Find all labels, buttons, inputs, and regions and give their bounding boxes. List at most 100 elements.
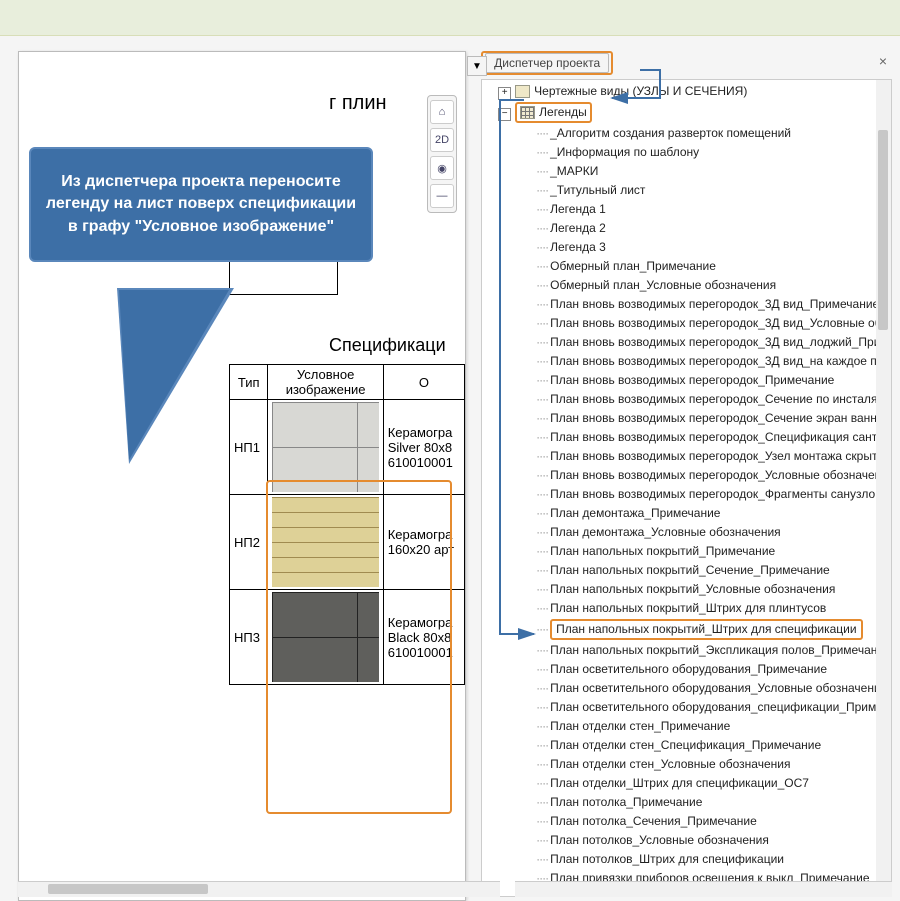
- tree-item[interactable]: ····План вновь возводимых перегородок_Ус…: [482, 466, 891, 485]
- tree-label: Легенда 3: [550, 240, 606, 254]
- tool-home-icon[interactable]: ⌂: [430, 100, 454, 124]
- cell-hatch-2: [268, 495, 383, 590]
- tree-connector: ····: [536, 601, 548, 615]
- tree-label: План демонтажа_Условные обозначения: [550, 525, 781, 539]
- tree-item[interactable]: ····План потолка_Сечения_Примечание: [482, 812, 891, 831]
- tree-connector: ····: [536, 392, 548, 406]
- tree-item[interactable]: ····План отделки стен_Условные обозначен…: [482, 755, 891, 774]
- tree-label: План вновь возводимых перегородок_Сечени…: [550, 392, 877, 406]
- drawing-canvas[interactable]: Из диспетчера проекта переносите легенду…: [18, 51, 466, 901]
- tree-item[interactable]: ····План вновь возводимых перегородок_Пр…: [482, 371, 891, 390]
- tree-connector: ····: [536, 183, 548, 197]
- tree-item[interactable]: ····Легенда 3: [482, 238, 891, 257]
- doc-title-fragment: г плин: [19, 92, 465, 115]
- folder-icon: [515, 85, 530, 98]
- tree-label: План вновь возводимых перегородок_Узел м…: [550, 449, 877, 463]
- tree-item[interactable]: ····План вновь возводимых перегородок_3Д…: [482, 314, 891, 333]
- tree-item[interactable]: ····План вновь возводимых перегородок_Се…: [482, 390, 891, 409]
- tree-label: План напольных покрытий_Примечание: [550, 544, 775, 558]
- tree-item[interactable]: ····План вновь возводимых перегородок_3Д…: [482, 333, 891, 352]
- tree-item[interactable]: ····План напольных покрытий_Штрих для пл…: [482, 599, 891, 618]
- close-icon[interactable]: ×: [874, 51, 892, 71]
- tree-item[interactable]: ····План потолков_Штрих для спецификации: [482, 850, 891, 869]
- tree-label: План вновь возводимых перегородок_Специф…: [550, 430, 884, 444]
- specification-table: Тип Условное изображение О НП1 Керамогра…: [229, 364, 465, 685]
- tree-label: Легенда 1: [550, 202, 606, 216]
- tool-orbit-icon[interactable]: ◉: [430, 156, 454, 180]
- tree-connector: ····: [536, 221, 548, 235]
- tree-connector: ····: [536, 506, 548, 520]
- tree-connector: ····: [536, 544, 548, 558]
- tree-item[interactable]: ····_Информация по шаблону: [482, 143, 891, 162]
- tree-scrollbar-vertical[interactable]: [876, 80, 891, 896]
- tree-item[interactable]: ····План вновь возводимых перегородок_Сп…: [482, 428, 891, 447]
- tree-label: План потолка_Сечения_Примечание: [550, 814, 757, 828]
- scrollbar-thumb[interactable]: [48, 884, 208, 894]
- cell-desc: Керамогра 160x20 арт: [383, 495, 464, 590]
- tool-pan-icon[interactable]: —: [430, 184, 454, 208]
- tree-item[interactable]: ····План вновь возводимых перегородок_3Д…: [482, 352, 891, 371]
- canvas-scrollbar-horizontal[interactable]: [18, 881, 500, 897]
- tree-item[interactable]: ····План вновь возводимых перегородок_Фр…: [482, 485, 891, 504]
- tree-item[interactable]: ····План осветительного оборудования_спе…: [482, 698, 891, 717]
- tree-connector: ····: [536, 487, 548, 501]
- tree-item[interactable]: ····План вновь возводимых перегородок_Уз…: [482, 447, 891, 466]
- tool-2d-icon[interactable]: 2D: [430, 128, 454, 152]
- legend-icon: [520, 106, 535, 119]
- tree-node-legends[interactable]: −Легенды: [482, 101, 891, 124]
- scrollbar-thumb[interactable]: [878, 130, 888, 330]
- tree-item[interactable]: ····План демонтажа_Примечание: [482, 504, 891, 523]
- tree-label: План напольных покрытий_Экспликация поло…: [550, 643, 884, 657]
- cell-desc: Керамогра Black 80x8 610010001: [383, 590, 464, 685]
- tree-item[interactable]: ····План вновь возводимых перегородок_Се…: [482, 409, 891, 428]
- callout-tail: [119, 290, 229, 460]
- highlight-legends-node: Легенды: [515, 102, 592, 123]
- tree-item[interactable]: ····План демонтажа_Условные обозначения: [482, 523, 891, 542]
- highlight-selected-legend: План напольных покрытий_Штрих для специф…: [550, 619, 862, 640]
- tree-connector: ····: [536, 468, 548, 482]
- tree-item[interactable]: ····План вновь возводимых перегородок_3Д…: [482, 295, 891, 314]
- tree-item[interactable]: ····План потолка_Примечание: [482, 793, 891, 812]
- tree-item[interactable]: ····Обмерный план_Условные обозначения: [482, 276, 891, 295]
- tree-item[interactable]: ····Легенда 1: [482, 200, 891, 219]
- collapse-icon[interactable]: −: [498, 108, 511, 121]
- tree-connector: ····: [536, 833, 548, 847]
- tree-item[interactable]: ····Обмерный план_Примечание: [482, 257, 891, 276]
- project-tree[interactable]: +Чертежные виды (УЗЛЫ И СЕЧЕНИЯ)−Легенды…: [481, 79, 892, 897]
- expand-icon[interactable]: +: [498, 87, 511, 100]
- tree-item[interactable]: ····_МАРКИ: [482, 162, 891, 181]
- panel-title[interactable]: Диспетчер проекта: [485, 53, 609, 73]
- tree-item-selected[interactable]: ····План напольных покрытий_Штрих для сп…: [482, 618, 891, 641]
- tree-item[interactable]: ····_Титульный лист: [482, 181, 891, 200]
- view-options-dropdown[interactable]: ▼: [467, 56, 487, 76]
- tree-connector: ····: [536, 738, 548, 752]
- tree-item[interactable]: ····План отделки стен_Спецификация_Приме…: [482, 736, 891, 755]
- tree-item[interactable]: ····План напольных покрытий_Условные обо…: [482, 580, 891, 599]
- tree-item[interactable]: ····План напольных покрытий_Экспликация …: [482, 641, 891, 660]
- tree-item[interactable]: ····_Алгоритм создания разверток помещен…: [482, 124, 891, 143]
- tree-label: План демонтажа_Примечание: [550, 506, 720, 520]
- tree-item[interactable]: ····Легенда 2: [482, 219, 891, 238]
- tree-item[interactable]: ····План отделки_Штрих для спецификации_…: [482, 774, 891, 793]
- cell-type: НП3: [230, 590, 268, 685]
- tree-label: _Алгоритм создания разверток помещений: [550, 126, 791, 140]
- tree-item[interactable]: ····План осветительного оборудования_При…: [482, 660, 891, 679]
- tree-item[interactable]: ····План напольных покрытий_Сечение_Прим…: [482, 561, 891, 580]
- tree-connector: ····: [536, 622, 548, 636]
- tree-connector: ····: [536, 525, 548, 539]
- tree-item[interactable]: ····План осветительного оборудования_Усл…: [482, 679, 891, 698]
- tree-item[interactable]: ····План отделки стен_Примечание: [482, 717, 891, 736]
- cell-desc: Керамогра Silver 80x8 610010001: [383, 400, 464, 495]
- tree-item[interactable]: ····План потолков_Условные обозначения: [482, 831, 891, 850]
- tree-label: Обмерный план_Примечание: [550, 259, 716, 273]
- tree-label: План напольных покрытий_Сечение_Примечан…: [550, 563, 830, 577]
- tree-label: План вновь возводимых перегородок_3Д вид…: [550, 354, 883, 368]
- tree-item[interactable]: ····План напольных покрытий_Примечание: [482, 542, 891, 561]
- tree-scrollbar-horizontal[interactable]: [515, 881, 892, 897]
- tree-label: План вновь возводимых перегородок_3Д вид…: [550, 297, 879, 311]
- tree-label: План потолков_Штрих для спецификации: [550, 852, 784, 866]
- highlight-panel-title: Диспетчер проекта: [481, 51, 613, 75]
- tree-connector: ····: [536, 563, 548, 577]
- cell-type: НП1: [230, 400, 268, 495]
- tree-node-drawing-views[interactable]: +Чертежные виды (УЗЛЫ И СЕЧЕНИЯ): [482, 82, 891, 101]
